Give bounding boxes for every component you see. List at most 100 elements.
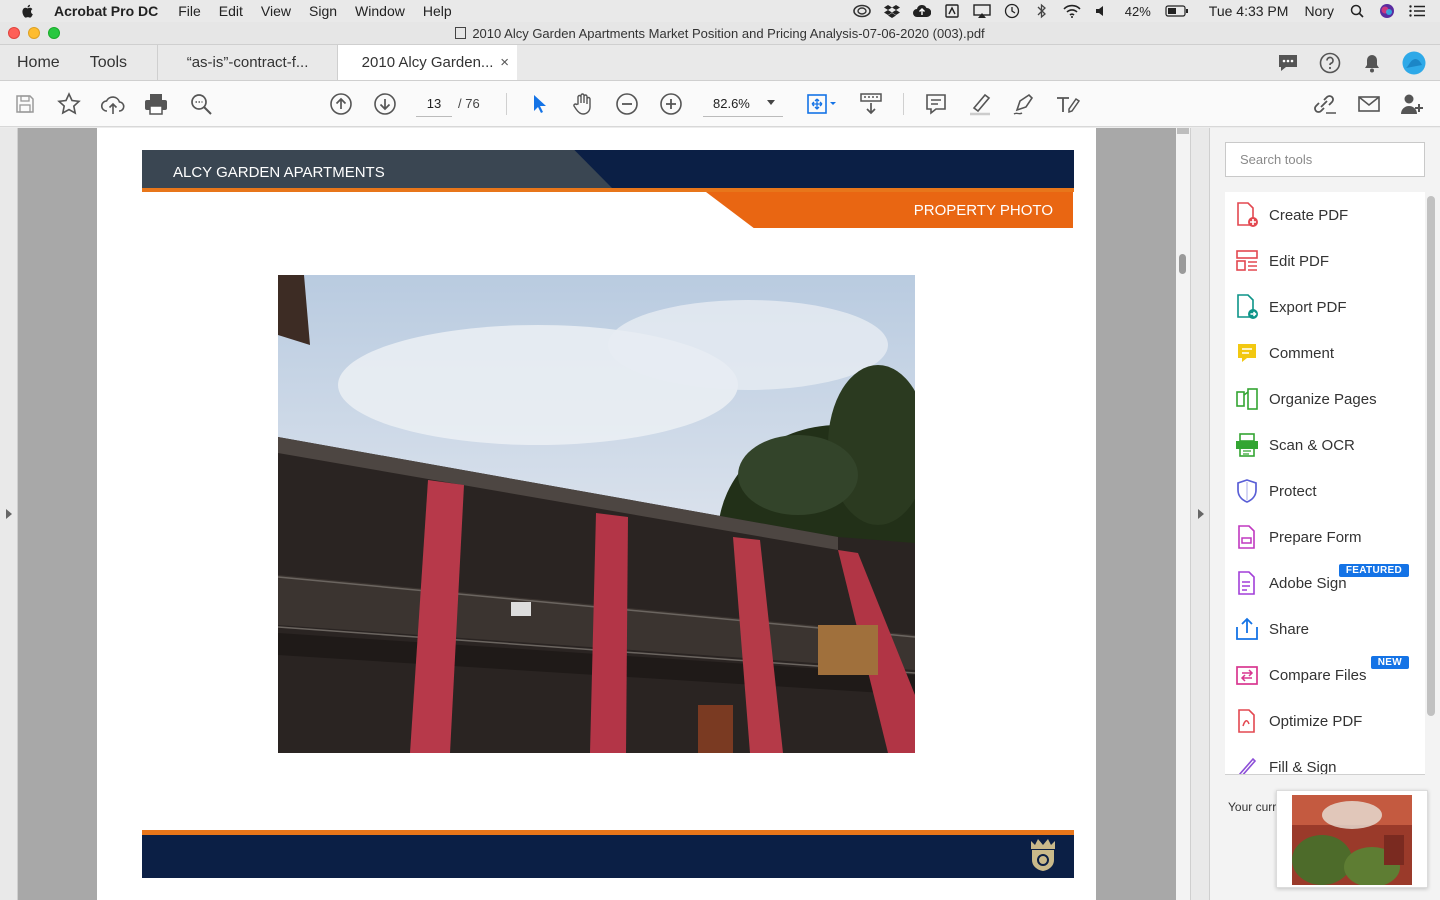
tab-document-alcy[interactable]: 2010 Alcy Garden... × (337, 45, 518, 80)
chevron-down-icon (767, 100, 775, 105)
close-window-button[interactable] (8, 27, 20, 39)
volume-icon[interactable] (1093, 3, 1111, 19)
scrollbar-thumb[interactable] (1179, 254, 1186, 274)
tool-compare-files[interactable]: Compare Files NEW (1225, 652, 1425, 698)
hand-pan-icon[interactable] (570, 91, 596, 117)
promo-thumbnail[interactable] (1276, 790, 1428, 888)
spotlight-search-icon[interactable] (1348, 3, 1366, 19)
help-icon[interactable] (1318, 51, 1342, 75)
scrollbar-top-cap (1177, 128, 1189, 134)
page-number-input[interactable]: 13 (416, 91, 452, 117)
tab-document-contract[interactable]: “as-is”-contract-f... (157, 45, 337, 80)
user-name[interactable]: Nory (1304, 3, 1334, 19)
protect-icon (1235, 478, 1259, 504)
tool-share[interactable]: Share (1225, 606, 1425, 652)
email-icon[interactable] (1356, 91, 1382, 117)
notification-center-icon[interactable] (1408, 3, 1426, 19)
left-panel-toggle[interactable] (0, 128, 18, 900)
tab-tools[interactable]: Tools (75, 45, 157, 80)
menu-edit[interactable]: Edit (219, 3, 243, 19)
previous-page-icon[interactable] (328, 91, 354, 117)
print-icon[interactable] (143, 91, 169, 117)
adobe-sign-icon (1235, 570, 1259, 596)
tool-label: Optimize PDF (1269, 712, 1363, 730)
tool-organize-pages[interactable]: Organize Pages (1225, 376, 1425, 422)
tool-label: Prepare Form (1269, 528, 1362, 546)
tool-protect[interactable]: Protect (1225, 468, 1425, 514)
edit-pdf-icon (1235, 248, 1259, 274)
add-user-icon[interactable] (1400, 91, 1426, 117)
zoom-level-select[interactable]: 82.6% (703, 91, 783, 117)
draw-freehand-icon[interactable] (1011, 91, 1037, 117)
bluetooth-icon[interactable] (1033, 3, 1051, 19)
search-tools-input[interactable]: Search tools (1225, 142, 1425, 177)
zoom-out-icon[interactable] (614, 91, 640, 117)
minimize-window-button[interactable] (28, 27, 40, 39)
optimize-pdf-icon (1235, 708, 1259, 734)
section-label: PROPERTY PHOTO (913, 202, 1053, 219)
tool-optimize-pdf[interactable]: Optimize PDF (1225, 698, 1425, 744)
document-scrollbar[interactable] (1176, 128, 1190, 900)
tool-export-pdf[interactable]: Export PDF (1225, 284, 1425, 330)
apple-icon[interactable] (20, 3, 36, 19)
tools-scrollbar[interactable] (1427, 196, 1435, 716)
zoom-search-icon[interactable] (188, 91, 214, 117)
adobe-acrobat-icon[interactable] (943, 3, 961, 19)
zoom-window-button[interactable] (48, 27, 60, 39)
fit-page-icon[interactable] (804, 91, 840, 117)
bookmark-star-icon[interactable] (56, 91, 82, 117)
tool-create-pdf[interactable]: Create PDF (1225, 192, 1425, 238)
new-badge: NEW (1370, 656, 1409, 669)
main-toolbar: 13 / 76 82.6% (0, 81, 1440, 127)
comment-icon (1235, 340, 1259, 366)
menu-view[interactable]: View (261, 3, 291, 19)
tool-edit-pdf[interactable]: Edit PDF (1225, 238, 1425, 284)
tool-label: Fill & Sign (1269, 758, 1337, 775)
creative-cloud-icon[interactable] (852, 3, 871, 19)
app-menu[interactable]: Acrobat Pro DC (54, 3, 158, 19)
cloud-upload-icon[interactable] (100, 91, 126, 117)
chat-icon[interactable] (1276, 51, 1300, 75)
battery-icon[interactable] (1165, 3, 1189, 19)
save-icon[interactable] (12, 91, 38, 117)
tools-pane-toggle[interactable] (1190, 128, 1210, 900)
notifications-bell-icon[interactable] (1360, 51, 1384, 75)
scan-ocr-icon (1235, 432, 1259, 458)
tool-label: Create PDF (1269, 206, 1349, 224)
add-comment-icon[interactable] (923, 91, 949, 117)
chevron-right-icon (1198, 509, 1204, 519)
select-cursor-icon[interactable] (526, 91, 552, 117)
section-banner: PROPERTY PHOTO (706, 192, 1073, 228)
menu-file[interactable]: File (178, 3, 201, 19)
siri-icon[interactable] (1378, 3, 1396, 19)
zoom-in-icon[interactable] (658, 91, 684, 117)
menu-sign[interactable]: Sign (309, 3, 337, 19)
tool-scan-ocr[interactable]: Scan & OCR (1225, 422, 1425, 468)
tab-home[interactable]: Home (0, 45, 75, 80)
scrolling-mode-icon[interactable] (858, 91, 884, 117)
clock[interactable]: Tue 4:33 PM (1209, 3, 1289, 19)
time-machine-icon[interactable] (1003, 3, 1021, 19)
next-page-icon[interactable] (372, 91, 398, 117)
organize-pages-icon (1235, 386, 1259, 412)
airplay-icon[interactable] (973, 3, 991, 19)
cloud-upload-icon[interactable] (912, 3, 931, 19)
share-link-icon[interactable] (1312, 91, 1338, 117)
account-avatar-icon[interactable] (1402, 51, 1426, 75)
toolbar-divider (903, 93, 904, 115)
tool-label: Scan & OCR (1269, 436, 1355, 454)
tool-label: Organize Pages (1269, 390, 1377, 408)
close-tab-icon[interactable]: × (500, 54, 509, 71)
wifi-icon[interactable] (1063, 3, 1081, 19)
share-icon (1235, 616, 1259, 642)
edit-text-icon[interactable] (1055, 91, 1081, 117)
tool-comment[interactable]: Comment (1225, 330, 1425, 376)
tool-prepare-form[interactable]: Prepare Form (1225, 514, 1425, 560)
menu-help[interactable]: Help (423, 3, 452, 19)
highlight-pen-icon[interactable] (967, 91, 993, 117)
dropbox-icon[interactable] (883, 3, 901, 19)
document-proxy-icon[interactable] (455, 27, 467, 39)
tool-fill-sign[interactable]: Fill & Sign (1225, 744, 1425, 775)
tool-adobe-sign[interactable]: Adobe Sign FEATURED (1225, 560, 1425, 606)
menu-window[interactable]: Window (355, 3, 405, 19)
